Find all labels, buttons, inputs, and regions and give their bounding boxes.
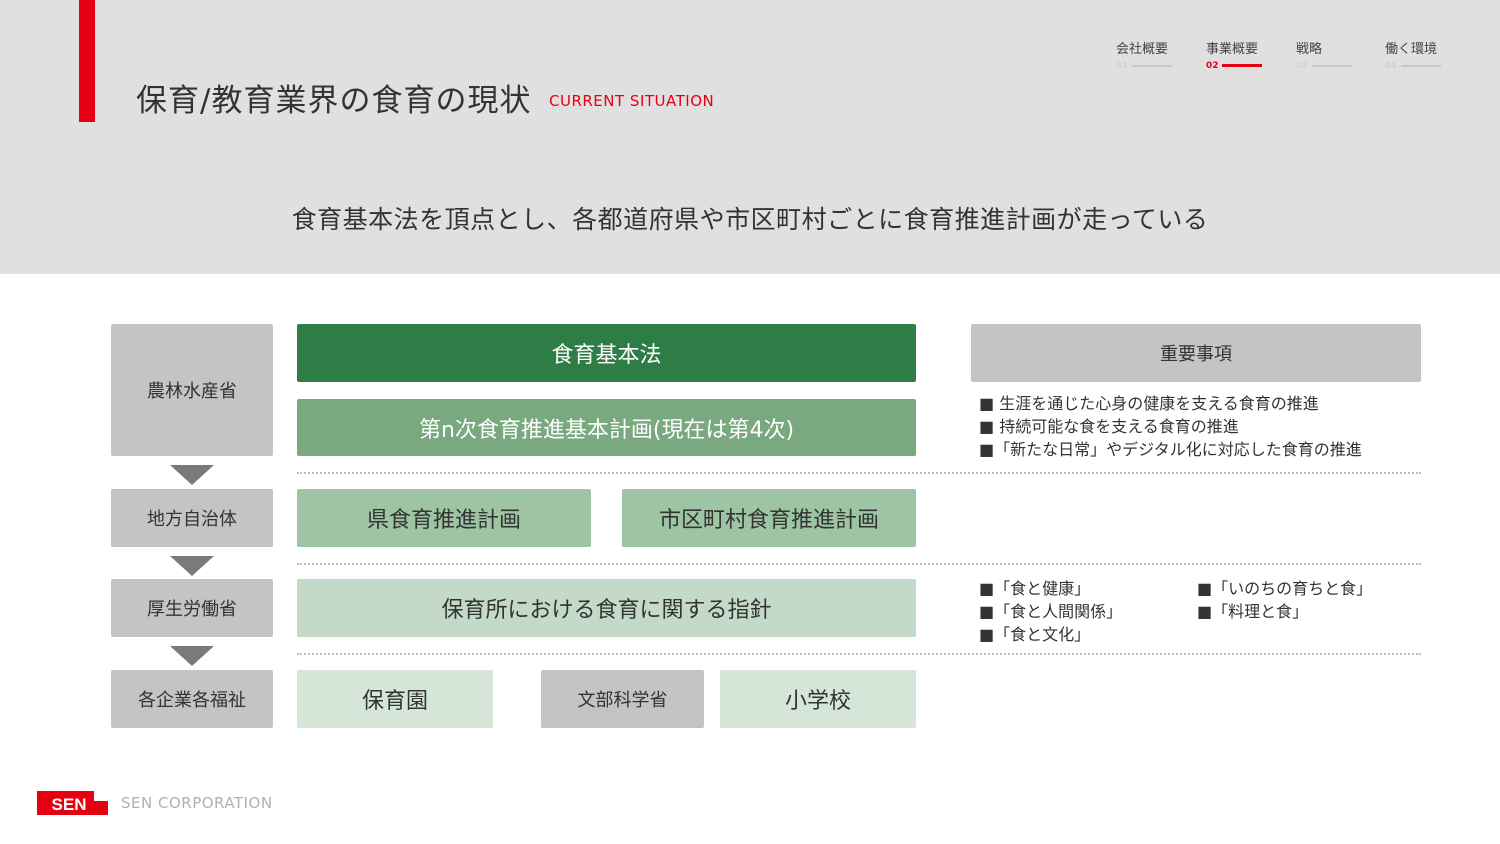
page-title-en: CURRENT SITUATION [549, 92, 715, 110]
important-item: ■ 生涯を通じた心身の健康を支える食育の推進 [979, 394, 1319, 413]
nav-item-label: 働く環境 [1385, 42, 1438, 57]
arrow-down-icon [170, 646, 214, 666]
footer-company-name: SEN CORPORATION [121, 794, 273, 812]
important-items-header: 重要事項 [971, 324, 1421, 382]
nav-item-label: 事業概要 [1206, 42, 1259, 57]
guideline-item: ■「食と健康」 [979, 579, 1091, 598]
nav-item-business[interactable]: 事業概要 02 [1206, 38, 1270, 71]
row-separator [297, 653, 1421, 655]
level-companies-welfare: 各企業各福祉 [111, 670, 273, 728]
mext-box: 文部科学省 [541, 670, 704, 728]
prefecture-plan-box: 県食育推進計画 [297, 489, 591, 547]
guideline-item: ■「料理と食」 [1197, 602, 1309, 621]
guideline-item: ■「いのちの育ちと食」 [1197, 579, 1373, 598]
level-maff: 農林水産省 [111, 324, 273, 456]
basic-plan-box: 第n次食育推進基本計画(現在は第4次) [297, 399, 916, 456]
law-box: 食育基本法 [297, 324, 916, 382]
guideline-item: ■「食と文化」 [979, 625, 1091, 644]
nursery-guideline-box: 保育所における食育に関する指針 [297, 579, 916, 637]
municipal-plan-box: 市区町村食育推進計画 [622, 489, 916, 547]
nav-indicator-line [1132, 65, 1172, 67]
row-separator [297, 563, 1421, 565]
nav-item-work-environment[interactable]: 働く環境 04 [1385, 38, 1449, 71]
level-mhlw: 厚生労働省 [111, 579, 273, 637]
nav-indicator-line [1222, 64, 1262, 67]
nav-item-number: 01 [1116, 61, 1128, 71]
nav-item-number: 04 [1385, 61, 1397, 71]
important-item: ■「新たな日常」やデジタル化に対応した食育の推進 [979, 440, 1362, 459]
important-item: ■ 持続可能な食を支える食育の推進 [979, 417, 1239, 436]
nursery-school-box: 保育園 [297, 670, 493, 728]
nav-indicator-line [1312, 65, 1352, 67]
nav-item-company[interactable]: 会社概要 01 [1116, 38, 1180, 71]
level-local-government: 地方自治体 [111, 489, 273, 547]
nav-item-strategy[interactable]: 戦略 03 [1296, 38, 1360, 71]
nav-item-label: 会社概要 [1116, 42, 1169, 57]
title-accent-bar [79, 0, 95, 122]
nav-indicator-line [1401, 65, 1441, 67]
slide-subtitle: 食育基本法を頂点とし、各都道府県や市区町村ごとに食育推進計画が走っている [291, 205, 1209, 234]
row-separator [297, 472, 1421, 474]
nav-item-number: 03 [1296, 61, 1308, 71]
nav-item-number: 02 [1206, 61, 1219, 71]
sen-logo: SEN [37, 791, 108, 815]
svg-text:SEN: SEN [52, 795, 87, 814]
arrow-down-icon [170, 465, 214, 485]
nav-item-label: 戦略 [1296, 42, 1323, 57]
elementary-school-box: 小学校 [720, 670, 916, 728]
guideline-item: ■「食と人間関係」 [979, 602, 1123, 621]
page-title: 保育/教育業界の食育の現状 [136, 83, 532, 119]
arrow-down-icon [170, 556, 214, 576]
